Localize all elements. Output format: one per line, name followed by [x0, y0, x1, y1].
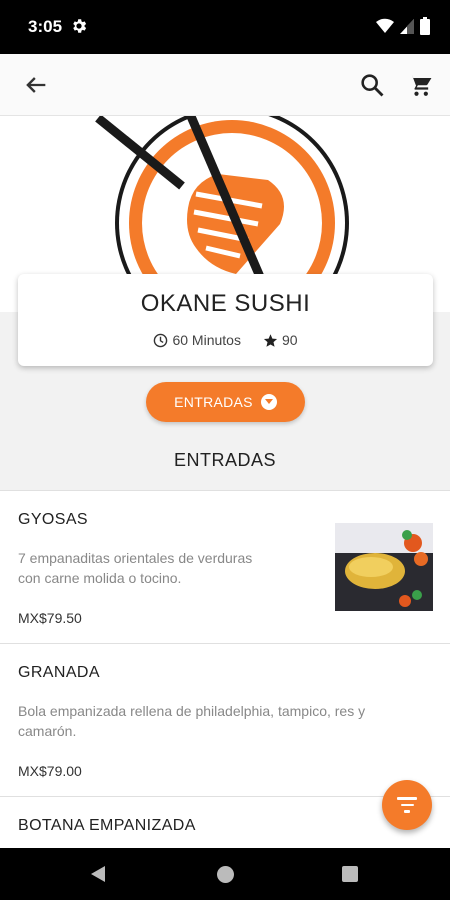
star-icon [263, 333, 278, 347]
menu-item-name: BOTANA EMPANIZADA [18, 817, 196, 834]
menu-item-description-line: Bola empanizada rellena de philadelphia,… [18, 703, 366, 719]
section-title: ENTRADAS [173, 450, 276, 470]
status-indicators [376, 17, 430, 35]
top-toolbar [0, 54, 450, 116]
menu-item-description: Bola empanizada rellena de philadelphia,… [18, 701, 365, 741]
delivery-time-value: 60 Minutos [172, 332, 241, 348]
restaurant-info-card: OKANE SUSHI 60 Minutos 90 [18, 274, 433, 366]
app-screen: OKANE SUSHI 60 Minutos 90 ENTRADAS ENTRA… [0, 54, 450, 848]
menu-item[interactable]: GYOSAS 7 empanaditas orientales de verdu… [0, 491, 450, 644]
restaurant-meta: 60 Minutos 90 [18, 332, 433, 348]
menu-item-price: MX$79.00 [18, 763, 82, 779]
clock-icon [154, 333, 168, 347]
chevron-down-icon [260, 394, 277, 410]
gear-icon [73, 19, 87, 33]
signal-icon [400, 19, 414, 34]
menu-item-name: GRANADA [18, 664, 100, 681]
rating: 90 [263, 332, 298, 348]
status-bar: 3:05 [0, 0, 450, 54]
filter-icon [397, 797, 417, 817]
menu-item-description-line: con carne molida o tocino. [18, 570, 182, 586]
arrow-left-icon[interactable] [22, 71, 50, 99]
menu-item-list: GYOSAS 7 empanaditas orientales de verdu… [0, 490, 450, 848]
rating-value: 90 [281, 332, 298, 348]
delivery-time: 60 Minutos [153, 332, 241, 348]
menu-item-photo [335, 523, 433, 611]
search-icon[interactable] [358, 71, 386, 99]
battery-icon [420, 17, 430, 35]
category-selector-button[interactable]: ENTRADAS [146, 382, 305, 422]
menu-item-description: 7 empanaditas orientales de verduras con… [18, 548, 252, 588]
filter-button[interactable] [382, 780, 432, 830]
wifi-icon [376, 18, 394, 33]
menu-item[interactable]: GRANADA Bola empanizada rellena de phila… [0, 644, 450, 797]
status-time: 3:05 [28, 17, 63, 36]
cart-icon[interactable] [406, 71, 434, 99]
menu-item-description-line: camarón. [18, 723, 77, 739]
restaurant-name: OKANE SUSHI [140, 290, 311, 317]
menu-item-name: GYOSAS [18, 511, 88, 528]
system-nav-bar [0, 848, 450, 900]
menu-item-price: MX$79.50 [18, 610, 82, 626]
nav-back-icon[interactable] [90, 865, 106, 883]
nav-home-icon[interactable] [217, 866, 234, 883]
nav-recents-icon[interactable] [342, 866, 358, 882]
category-selector-label: ENTRADAS [174, 394, 253, 410]
menu-item-description-line: 7 empanaditas orientales de verduras [18, 550, 253, 566]
